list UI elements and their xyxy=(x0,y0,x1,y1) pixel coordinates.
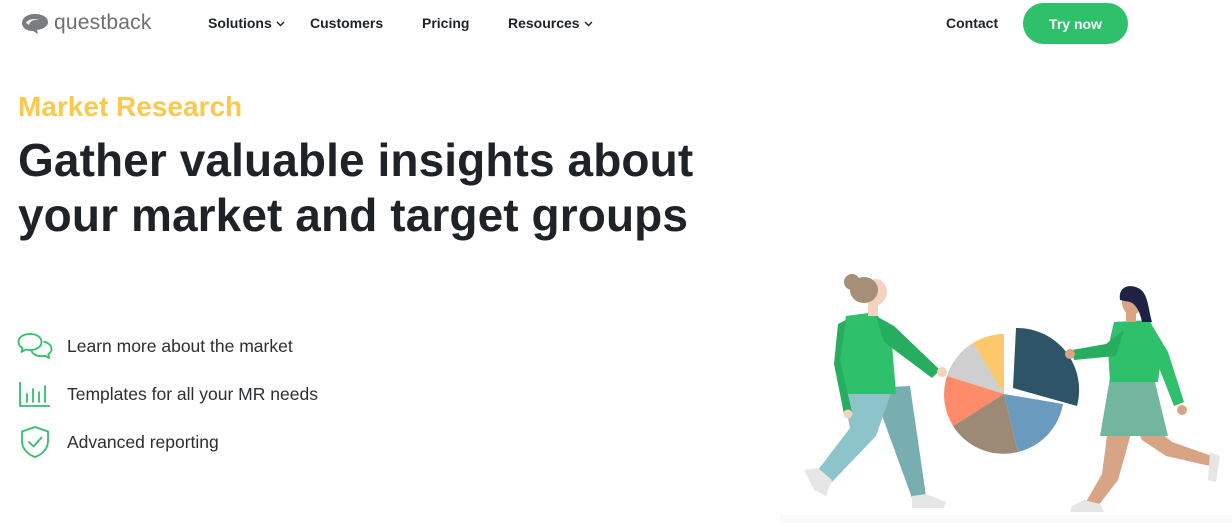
page: questback Solutions Customers Pricing Re… xyxy=(0,0,1232,523)
nav-resources-label: Resources xyxy=(508,15,580,31)
nav-pricing[interactable]: Pricing xyxy=(422,0,469,46)
bar-chart-icon xyxy=(17,376,53,412)
contact-link[interactable]: Contact xyxy=(946,0,998,46)
nav-customers-label: Customers xyxy=(310,15,384,31)
chevron-down-icon xyxy=(276,21,285,26)
feature-item: Advanced reporting xyxy=(17,418,318,466)
feature-label: Templates for all your MR needs xyxy=(67,383,318,404)
chat-bubbles-icon xyxy=(17,328,53,364)
hero-headline-line-2: your market and target groups xyxy=(18,189,689,241)
people-with-pie-chart-illustration xyxy=(780,274,1232,523)
nav-customers[interactable]: Customers xyxy=(310,0,383,46)
try-now-button[interactable]: Try now xyxy=(1023,3,1128,44)
feature-list: Learn more about the market Templates fo… xyxy=(17,322,318,466)
questback-logo-icon xyxy=(22,14,48,34)
feature-item: Learn more about the market xyxy=(17,322,318,370)
feature-label: Learn more about the market xyxy=(67,335,293,356)
top-navigation: questback Solutions Customers Pricing Re… xyxy=(0,0,1232,46)
questback-logo[interactable]: questback xyxy=(20,11,152,35)
nav-resources[interactable]: Resources xyxy=(508,0,593,46)
hero-headline-line-1: Gather valuable insights about xyxy=(18,134,694,186)
shield-check-icon xyxy=(17,424,53,460)
feature-item: Templates for all your MR needs xyxy=(17,370,318,418)
hero-eyebrow: Market Research xyxy=(18,91,243,122)
hero-headline: Gather valuable insights about your mark… xyxy=(18,133,738,243)
nav-solutions[interactable]: Solutions xyxy=(208,0,285,46)
feature-label: Advanced reporting xyxy=(67,431,219,452)
chevron-down-icon xyxy=(584,21,593,26)
nav-solutions-label: Solutions xyxy=(208,15,272,31)
nav-pricing-label: Pricing xyxy=(422,15,470,31)
logo-wordmark: questback xyxy=(54,11,152,34)
